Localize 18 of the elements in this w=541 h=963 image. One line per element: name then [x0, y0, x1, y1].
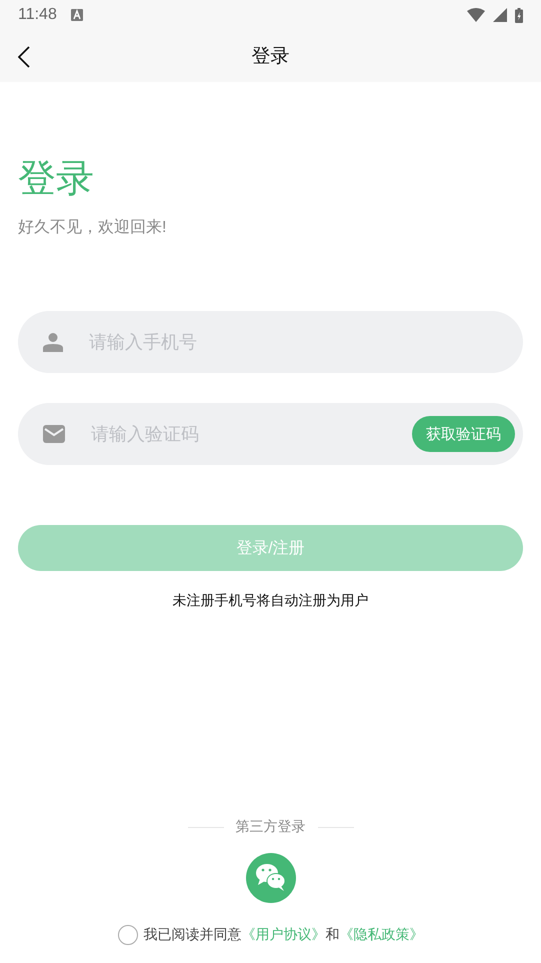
- chat-bubbles-button[interactable]: [246, 853, 296, 903]
- register-note: 未注册手机号将自动注册为用户: [172, 592, 370, 610]
- privacy-policy-link[interactable]: 《隐私政策》: [340, 926, 424, 942]
- wifi-icon: [467, 8, 485, 22]
- get-code-button[interactable]: 获取验证码: [412, 416, 515, 452]
- header-title: 登录: [252, 45, 290, 69]
- battery-icon: [515, 8, 523, 22]
- page-heading: 登录: [18, 157, 95, 202]
- agreement-text: 我已阅读并同意《用户协议》和《隐私政策》: [144, 926, 424, 944]
- agreement-checkbox[interactable]: [118, 925, 138, 945]
- signal-icon: [493, 8, 507, 22]
- keyboard-icon: [70, 9, 83, 21]
- user-agreement-link[interactable]: 《用户协议》: [242, 926, 326, 942]
- mail-icon: [43, 425, 65, 443]
- third-party-label: 第三方登录: [236, 818, 306, 836]
- person-icon: [43, 332, 63, 352]
- status-time: 11:48: [18, 6, 57, 24]
- subtitle: 好久不见，欢迎回来!: [18, 218, 168, 238]
